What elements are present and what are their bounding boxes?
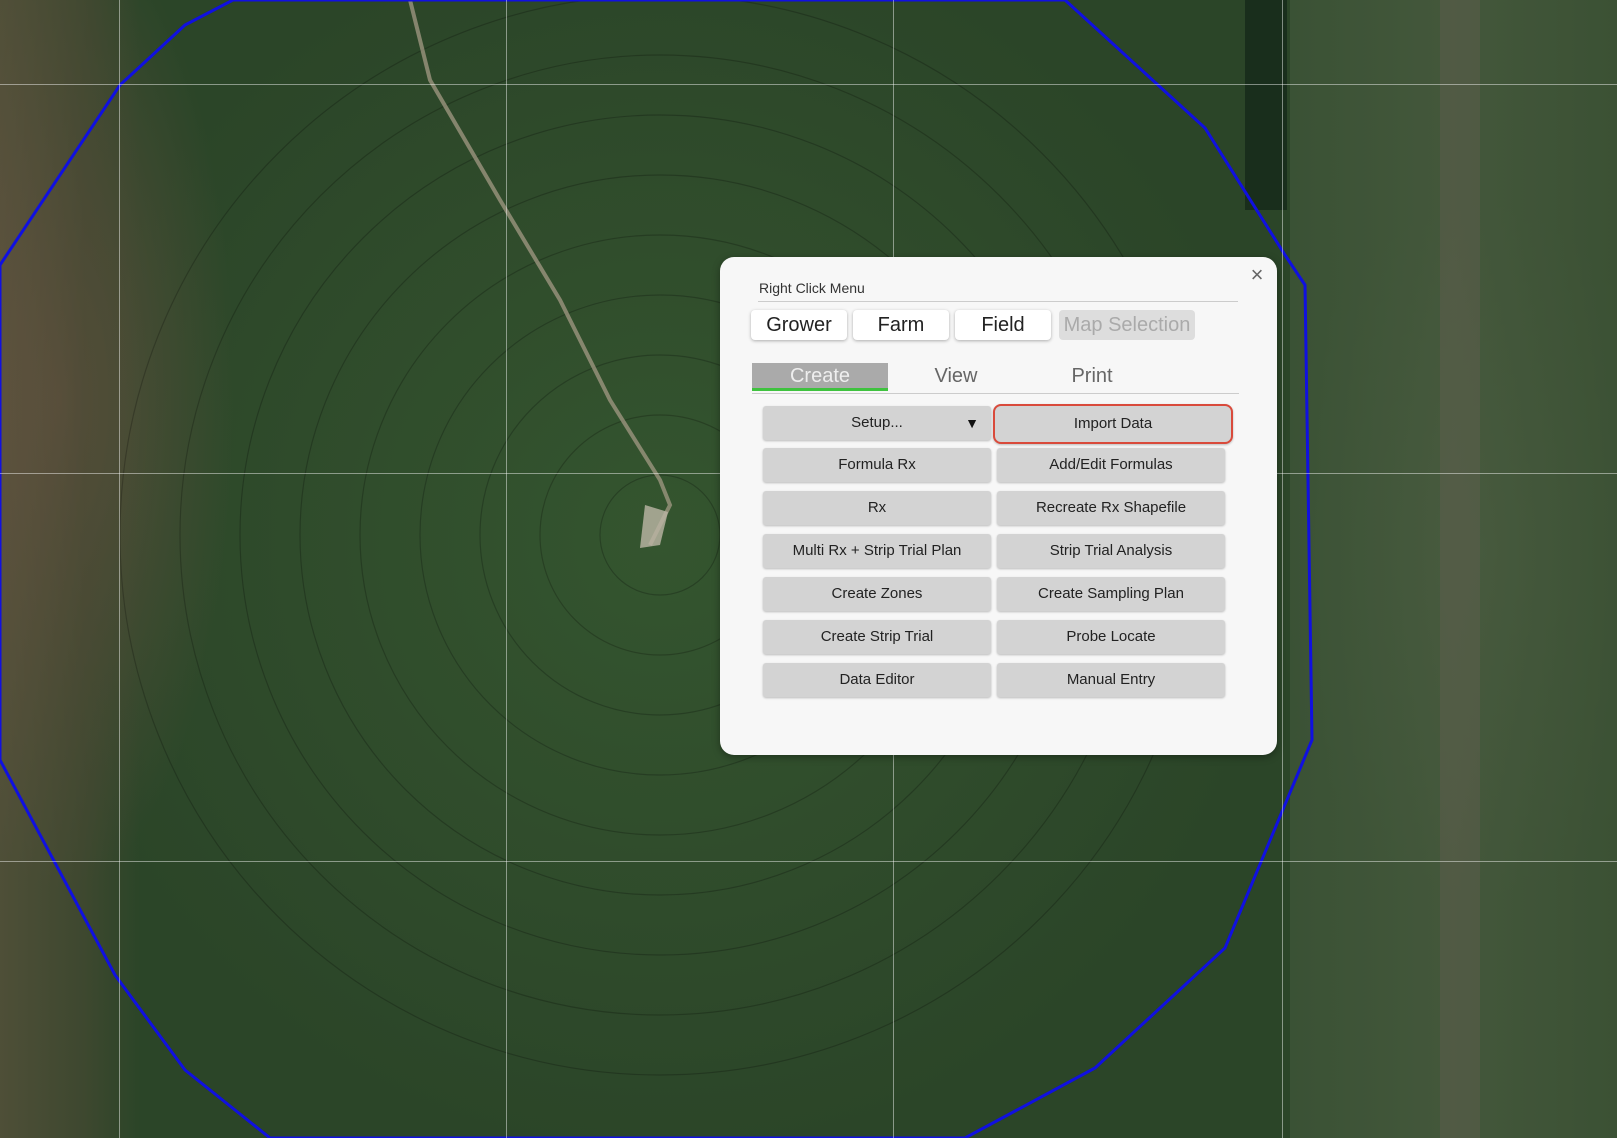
tab-divider xyxy=(752,393,1239,394)
add-edit-formulas-button[interactable]: Add/Edit Formulas xyxy=(997,448,1225,482)
grid-line xyxy=(506,0,507,1138)
tab-farm[interactable]: Farm xyxy=(853,310,949,340)
right-click-menu: Right Click Menu × Grower Farm Field Map… xyxy=(720,257,1277,755)
setup-dropdown[interactable]: Setup... ▼ xyxy=(763,406,991,440)
title-divider xyxy=(758,301,1238,302)
create-sampling-plan-button[interactable]: Create Sampling Plan xyxy=(997,577,1225,611)
tab-field[interactable]: Field xyxy=(955,310,1051,340)
create-strip-trial-button[interactable]: Create Strip Trial xyxy=(763,620,991,654)
close-icon[interactable]: × xyxy=(1247,264,1267,286)
tab-grower[interactable]: Grower xyxy=(751,310,847,340)
setup-label: Setup... xyxy=(851,414,903,431)
menu-title: Right Click Menu xyxy=(759,280,865,296)
grid-line xyxy=(119,0,120,1138)
dropdown-arrow-icon: ▼ xyxy=(965,415,979,431)
farm-road xyxy=(408,0,673,546)
tab-map-selection: Map Selection xyxy=(1059,310,1195,340)
rx-button[interactable]: Rx xyxy=(763,491,991,525)
create-zones-button[interactable]: Create Zones xyxy=(763,577,991,611)
recreate-rx-shapefile-button[interactable]: Recreate Rx Shapefile xyxy=(997,491,1225,525)
strip-trial-analysis-button[interactable]: Strip Trial Analysis xyxy=(997,534,1225,568)
pivot-center xyxy=(640,505,668,548)
multi-rx-strip-trial-plan-button[interactable]: Multi Rx + Strip Trial Plan xyxy=(763,534,991,568)
grid-line xyxy=(0,861,1617,862)
tab-view[interactable]: View xyxy=(888,363,1024,390)
import-data-button[interactable]: Import Data xyxy=(993,404,1233,444)
grid-line xyxy=(0,84,1617,85)
tab-create[interactable]: Create xyxy=(752,363,888,391)
grid-line xyxy=(1282,0,1283,1138)
tab-print[interactable]: Print xyxy=(1024,363,1160,390)
data-editor-button[interactable]: Data Editor xyxy=(763,663,991,697)
probe-locate-button[interactable]: Probe Locate xyxy=(997,620,1225,654)
formula-rx-button[interactable]: Formula Rx xyxy=(763,448,991,482)
manual-entry-button[interactable]: Manual Entry xyxy=(997,663,1225,697)
